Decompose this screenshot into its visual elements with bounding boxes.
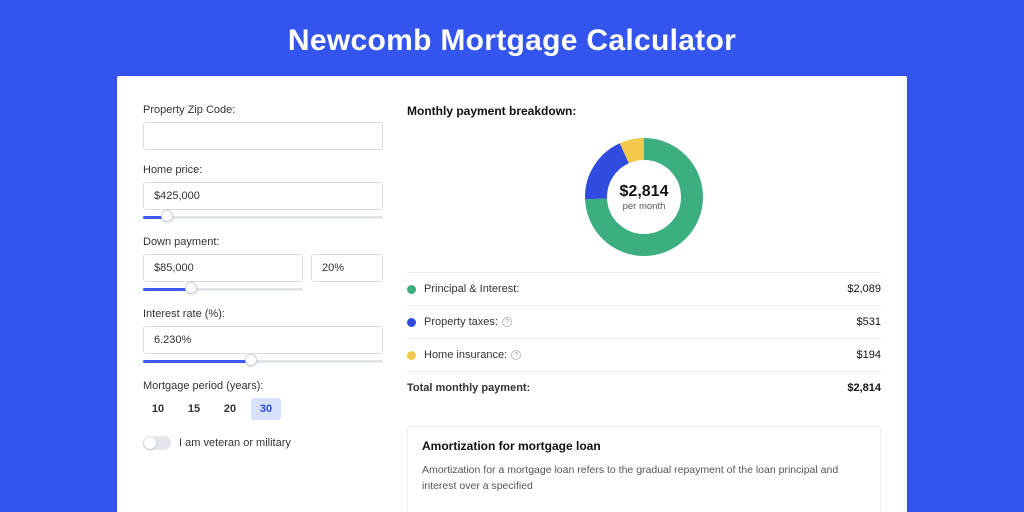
- zip-input[interactable]: [143, 122, 383, 150]
- legend-row-property-taxes: Property taxes: ? $531: [407, 306, 881, 339]
- amortization-title: Amortization for mortgage loan: [422, 439, 866, 453]
- inputs-column: Property Zip Code: Home price: Down paym…: [143, 104, 383, 512]
- legend-total-label: Total monthly payment:: [407, 382, 847, 394]
- donut-sublabel: per month: [623, 201, 666, 212]
- down-payment-input[interactable]: [143, 254, 303, 282]
- zip-label: Property Zip Code:: [143, 104, 383, 116]
- veteran-toggle[interactable]: [143, 436, 171, 450]
- donut-chart-wrap: $2,814 per month: [407, 130, 881, 272]
- interest-rate-slider-thumb[interactable]: [245, 354, 257, 366]
- home-price-slider-thumb[interactable]: [161, 210, 173, 222]
- dot-icon: [407, 351, 416, 360]
- legend-value: $194: [857, 349, 881, 361]
- interest-rate-input[interactable]: [143, 326, 383, 354]
- donut-center: $2,814 per month: [583, 136, 705, 258]
- legend-value: $531: [857, 316, 881, 328]
- down-payment-label: Down payment:: [143, 236, 383, 248]
- home-price-field: Home price:: [143, 164, 383, 222]
- legend-row-principal-interest: Principal & Interest: $2,089: [407, 273, 881, 306]
- period-option-10[interactable]: 10: [143, 398, 173, 420]
- calculator-panel: Property Zip Code: Home price: Down paym…: [117, 76, 907, 512]
- donut-amount: $2,814: [620, 183, 669, 201]
- mortgage-period-label: Mortgage period (years):: [143, 380, 383, 392]
- home-price-label: Home price:: [143, 164, 383, 176]
- down-payment-slider-thumb[interactable]: [185, 282, 197, 294]
- dot-icon: [407, 318, 416, 327]
- breakdown-legend: Principal & Interest: $2,089 Property ta…: [407, 272, 881, 404]
- legend-label: Property taxes: ?: [424, 316, 857, 328]
- legend-row-total: Total monthly payment: $2,814: [407, 372, 881, 404]
- down-payment-percent-input[interactable]: [311, 254, 383, 282]
- legend-total-value: $2,814: [847, 382, 881, 394]
- zip-field: Property Zip Code:: [143, 104, 383, 150]
- page-title: Newcomb Mortgage Calculator: [0, 0, 1024, 76]
- interest-rate-field: Interest rate (%):: [143, 308, 383, 366]
- legend-label: Principal & Interest:: [424, 283, 847, 295]
- dot-icon: [407, 285, 416, 294]
- home-price-slider[interactable]: [143, 214, 383, 222]
- home-price-input[interactable]: [143, 182, 383, 210]
- breakdown-title: Monthly payment breakdown:: [407, 104, 881, 118]
- breakdown-column: Monthly payment breakdown: $2,814 per mo…: [407, 104, 881, 512]
- mortgage-period-field: Mortgage period (years): 10 15 20 30: [143, 380, 383, 420]
- interest-rate-slider[interactable]: [143, 358, 383, 366]
- amortization-box: Amortization for mortgage loan Amortizat…: [407, 426, 881, 512]
- donut-chart: $2,814 per month: [583, 136, 705, 258]
- period-option-30[interactable]: 30: [251, 398, 281, 420]
- veteran-label: I am veteran or military: [179, 437, 291, 449]
- info-icon[interactable]: ?: [511, 350, 521, 360]
- veteran-row: I am veteran or military: [143, 436, 383, 450]
- info-icon[interactable]: ?: [502, 317, 512, 327]
- down-payment-slider[interactable]: [143, 286, 303, 294]
- legend-row-home-insurance: Home insurance: ? $194: [407, 339, 881, 372]
- interest-rate-label: Interest rate (%):: [143, 308, 383, 320]
- legend-value: $2,089: [847, 283, 881, 295]
- period-option-15[interactable]: 15: [179, 398, 209, 420]
- legend-label: Home insurance: ?: [424, 349, 857, 361]
- period-option-20[interactable]: 20: [215, 398, 245, 420]
- amortization-text: Amortization for a mortgage loan refers …: [422, 463, 866, 495]
- mortgage-period-options: 10 15 20 30: [143, 398, 383, 420]
- down-payment-field: Down payment:: [143, 236, 383, 294]
